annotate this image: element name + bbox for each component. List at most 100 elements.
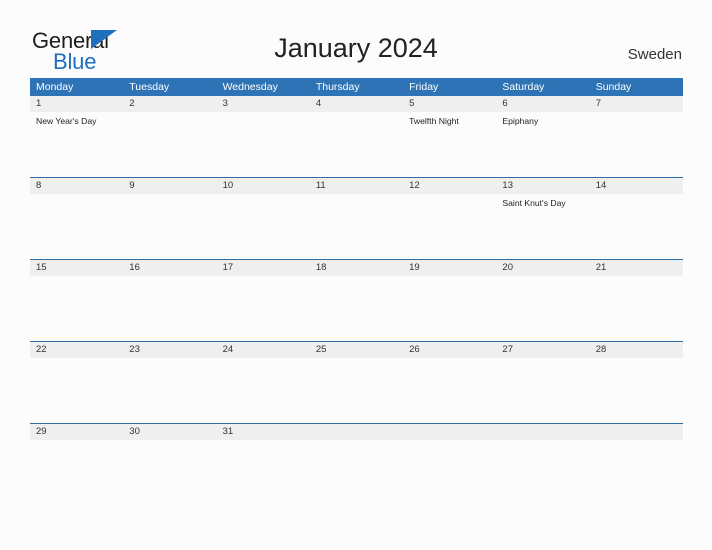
holiday-label: Twelfth Night bbox=[409, 116, 459, 126]
calendar-grid: Monday Tuesday Wednesday Thursday Friday… bbox=[30, 78, 683, 505]
day-number[interactable]: 24 bbox=[217, 342, 310, 358]
day-events[interactable] bbox=[590, 194, 683, 259]
day-events[interactable]: New Year's Day bbox=[30, 112, 123, 177]
day-events[interactable]: Twelfth Night bbox=[403, 112, 496, 177]
day-events[interactable] bbox=[310, 194, 403, 259]
day-events[interactable] bbox=[123, 358, 216, 423]
weekday-header-thursday: Thursday bbox=[315, 81, 360, 93]
holiday-label: Saint Knut's Day bbox=[502, 198, 566, 208]
day-number[interactable]: 20 bbox=[496, 260, 589, 276]
day-events[interactable] bbox=[310, 358, 403, 423]
week-date-band: 8 9 10 11 12 13 14 bbox=[30, 178, 683, 194]
day-number[interactable] bbox=[590, 424, 683, 440]
day-number[interactable]: 17 bbox=[217, 260, 310, 276]
day-events[interactable] bbox=[30, 358, 123, 423]
weekday-header-sunday: Sunday bbox=[595, 81, 632, 93]
day-events[interactable]: Saint Knut's Day bbox=[496, 194, 589, 259]
day-events[interactable] bbox=[217, 112, 310, 177]
day-number[interactable]: 10 bbox=[217, 178, 310, 194]
week-date-band: 29 30 31 bbox=[30, 424, 683, 440]
day-number[interactable] bbox=[403, 424, 496, 440]
day-number[interactable]: 18 bbox=[310, 260, 403, 276]
day-number[interactable]: 12 bbox=[403, 178, 496, 194]
day-number[interactable]: 29 bbox=[30, 424, 123, 440]
day-events[interactable] bbox=[496, 440, 589, 505]
day-events[interactable] bbox=[217, 358, 310, 423]
day-number[interactable]: 15 bbox=[30, 260, 123, 276]
day-number[interactable]: 25 bbox=[310, 342, 403, 358]
day-number[interactable]: 26 bbox=[403, 342, 496, 358]
page-header: General Blue January 2024 Sweden bbox=[0, 0, 712, 76]
day-number[interactable] bbox=[496, 424, 589, 440]
day-events[interactable] bbox=[590, 440, 683, 505]
week-date-band: 15 16 17 18 19 20 21 bbox=[30, 260, 683, 276]
day-number[interactable]: 9 bbox=[123, 178, 216, 194]
week-event-band bbox=[30, 358, 683, 423]
holiday-label: Epiphany bbox=[502, 116, 539, 126]
day-events[interactable] bbox=[217, 194, 310, 259]
calendar-week-row: 22 23 24 25 26 27 28 bbox=[30, 341, 683, 423]
page-title: January 2024 bbox=[274, 33, 438, 63]
day-number[interactable] bbox=[310, 424, 403, 440]
day-events[interactable] bbox=[30, 440, 123, 505]
day-events[interactable] bbox=[310, 276, 403, 341]
calendar-week-row: 1 2 3 4 5 6 7 New Year's Day Twelfth Night Epipha… bbox=[30, 96, 683, 177]
day-number[interactable]: 27 bbox=[496, 342, 589, 358]
day-number[interactable]: 6 bbox=[496, 96, 589, 112]
weekday-header-friday: Friday bbox=[409, 81, 439, 93]
day-events[interactable] bbox=[310, 112, 403, 177]
day-number[interactable]: 1 bbox=[30, 96, 123, 112]
day-events[interactable] bbox=[403, 276, 496, 341]
week-date-band: 22 23 24 25 26 27 28 bbox=[30, 342, 683, 358]
day-events[interactable] bbox=[310, 440, 403, 505]
day-events[interactable] bbox=[217, 276, 310, 341]
day-number[interactable]: 3 bbox=[217, 96, 310, 112]
day-number[interactable]: 11 bbox=[310, 178, 403, 194]
day-number[interactable]: 7 bbox=[590, 96, 683, 112]
calendar-week-row: 8 9 10 11 12 13 14 Saint Knut's Day bbox=[30, 177, 683, 259]
day-events[interactable] bbox=[403, 194, 496, 259]
day-events[interactable] bbox=[123, 276, 216, 341]
holiday-label: New Year's Day bbox=[36, 116, 97, 126]
week-event-band: New Year's Day Twelfth Night Epiphany bbox=[30, 112, 683, 177]
calendar-weeks: 1 2 3 4 5 6 7 New Year's Day Twelfth Night Epipha… bbox=[30, 96, 683, 505]
day-events[interactable] bbox=[403, 358, 496, 423]
weekday-header-monday: Monday bbox=[36, 81, 74, 93]
day-events[interactable]: Epiphany bbox=[496, 112, 589, 177]
region-label: Sweden bbox=[627, 46, 682, 63]
day-number[interactable]: 14 bbox=[590, 178, 683, 194]
weekday-header-tuesday: Tuesday bbox=[129, 81, 170, 93]
day-events[interactable] bbox=[590, 358, 683, 423]
day-events[interactable] bbox=[123, 112, 216, 177]
calendar-week-row: 15 16 17 18 19 20 21 bbox=[30, 259, 683, 341]
day-events[interactable] bbox=[30, 194, 123, 259]
day-number[interactable]: 4 bbox=[310, 96, 403, 112]
day-events[interactable] bbox=[123, 194, 216, 259]
day-number[interactable]: 23 bbox=[123, 342, 216, 358]
day-events[interactable] bbox=[496, 276, 589, 341]
weekday-header-saturday: Saturday bbox=[502, 81, 545, 93]
day-events[interactable] bbox=[123, 440, 216, 505]
week-event-band bbox=[30, 276, 683, 341]
week-event-band: Saint Knut's Day bbox=[30, 194, 683, 259]
day-events[interactable] bbox=[496, 358, 589, 423]
day-number[interactable]: 22 bbox=[30, 342, 123, 358]
day-events[interactable] bbox=[403, 440, 496, 505]
day-number[interactable]: 16 bbox=[123, 260, 216, 276]
week-event-band bbox=[30, 440, 683, 505]
day-number[interactable]: 28 bbox=[590, 342, 683, 358]
day-events[interactable] bbox=[217, 440, 310, 505]
day-number[interactable]: 19 bbox=[403, 260, 496, 276]
day-number[interactable]: 31 bbox=[217, 424, 310, 440]
day-events[interactable] bbox=[590, 112, 683, 177]
day-number[interactable]: 30 bbox=[123, 424, 216, 440]
day-number[interactable]: 13 bbox=[496, 178, 589, 194]
day-number[interactable]: 8 bbox=[30, 178, 123, 194]
day-events[interactable] bbox=[590, 276, 683, 341]
day-events[interactable] bbox=[30, 276, 123, 341]
day-number[interactable]: 21 bbox=[590, 260, 683, 276]
day-number[interactable]: 5 bbox=[403, 96, 496, 112]
week-date-band: 1234567 bbox=[30, 96, 683, 112]
calendar-week-row: 29 30 31 bbox=[30, 423, 683, 505]
day-number[interactable]: 2 bbox=[123, 96, 216, 112]
